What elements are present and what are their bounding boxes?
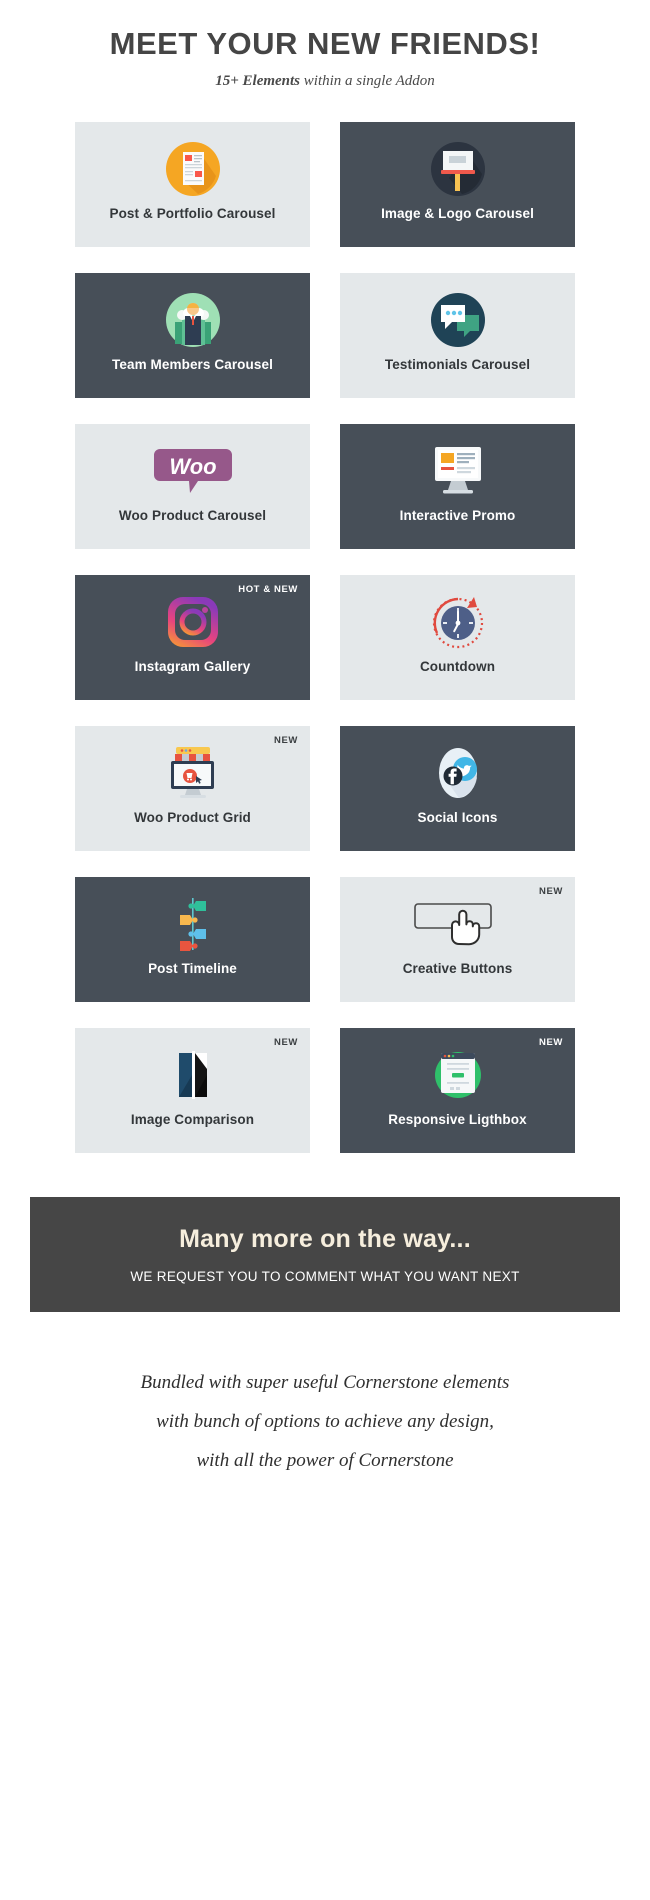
team-members-icon bbox=[164, 289, 222, 351]
banner-subtitle: WE REQUEST YOU TO COMMENT WHAT YOU WANT … bbox=[130, 1269, 520, 1284]
woo-product-grid-icon bbox=[162, 742, 224, 804]
page-title: MEET YOUR NEW FRIENDS! bbox=[109, 26, 541, 61]
card-label: Image Comparison bbox=[130, 1112, 255, 1127]
closing-copy: Bundled with super useful Cornerstone el… bbox=[20, 1364, 630, 1481]
card-label: Woo Product Grid bbox=[134, 810, 251, 825]
instagram-icon bbox=[165, 591, 221, 653]
image-comparison-icon bbox=[165, 1044, 221, 1106]
image-logo-icon bbox=[429, 138, 487, 200]
card-post-timeline[interactable]: Post Timeline bbox=[75, 877, 310, 1002]
closing-line-3: with all the power of Cornerstone bbox=[196, 1449, 454, 1471]
card-woo-product-grid[interactable]: NEW Woo Product Grid bbox=[75, 726, 310, 851]
card-image-comparison[interactable]: NEW Image Comparison bbox=[75, 1028, 310, 1153]
status-badge: NEW bbox=[539, 886, 563, 897]
banner-title: Many more on the way... bbox=[179, 1225, 471, 1253]
woo-logo-icon: Woo bbox=[153, 440, 232, 502]
card-label: Interactive Promo bbox=[399, 508, 516, 523]
svg-text:Woo: Woo bbox=[169, 454, 216, 479]
card-label: Creative Buttons bbox=[402, 961, 513, 976]
card-team-members-carousel[interactable]: Team Members Carousel bbox=[75, 273, 310, 398]
card-creative-buttons[interactable]: NEW Creative Buttons bbox=[340, 877, 575, 1002]
post-portfolio-icon bbox=[164, 138, 222, 200]
card-interactive-promo[interactable]: Interactive Promo bbox=[340, 424, 575, 549]
status-badge: HOT & NEW bbox=[238, 584, 298, 595]
status-badge: NEW bbox=[274, 1037, 298, 1048]
promo-page: MEET YOUR NEW FRIENDS! 15+ Elements with… bbox=[0, 0, 650, 1900]
card-label: Woo Product Carousel bbox=[118, 508, 267, 523]
card-label: Instagram Gallery bbox=[134, 659, 251, 674]
card-post-portfolio-carousel[interactable]: Post & Portfolio Carousel bbox=[75, 122, 310, 247]
testimonials-icon bbox=[429, 289, 487, 351]
status-badge: NEW bbox=[539, 1037, 563, 1048]
card-label: Responsive Ligthbox bbox=[388, 1112, 527, 1127]
card-social-icons[interactable]: Social Icons bbox=[340, 726, 575, 851]
card-image-logo-carousel[interactable]: Image & Logo Carousel bbox=[340, 122, 575, 247]
card-label: Post Timeline bbox=[148, 961, 237, 976]
status-badge: NEW bbox=[274, 735, 298, 746]
elements-grid: Post & Portfolio Carousel Image & Logo C… bbox=[20, 122, 630, 1153]
closing-line-2: with bunch of options to achieve any des… bbox=[156, 1410, 494, 1432]
responsive-lightbox-icon bbox=[430, 1044, 486, 1106]
post-timeline-icon bbox=[165, 893, 221, 955]
card-label: Post & Portfolio Carousel bbox=[109, 206, 276, 221]
page-header: MEET YOUR NEW FRIENDS! 15+ Elements with… bbox=[20, 0, 630, 90]
card-instagram-gallery[interactable]: HOT & NEW Instagram Gallery bbox=[75, 575, 310, 700]
card-label: Testimonials Carousel bbox=[384, 357, 531, 372]
creative-buttons-icon bbox=[403, 893, 513, 955]
closing-line-1: Bundled with super useful Cornerstone el… bbox=[140, 1372, 510, 1393]
subtitle-rest: within a single Addon bbox=[300, 73, 435, 89]
countdown-clock-icon bbox=[429, 591, 487, 653]
card-label: Team Members Carousel bbox=[112, 357, 273, 372]
subtitle-strong: 15+ Elements bbox=[215, 73, 301, 89]
card-countdown[interactable]: Countdown bbox=[340, 575, 575, 700]
card-responsive-lightbox[interactable]: NEW Responsive Ligthbox bbox=[340, 1028, 575, 1153]
card-woo-product-carousel[interactable]: Woo Woo Product Carousel bbox=[75, 424, 310, 549]
interactive-promo-icon bbox=[427, 440, 489, 502]
page-subtitle: 15+ Elements within a single Addon bbox=[20, 73, 630, 90]
coming-soon-banner: Many more on the way... WE REQUEST YOU T… bbox=[30, 1197, 620, 1312]
card-label: Image & Logo Carousel bbox=[381, 206, 534, 221]
card-label: Countdown bbox=[419, 659, 496, 674]
social-icons-icon bbox=[429, 742, 487, 804]
card-testimonials-carousel[interactable]: Testimonials Carousel bbox=[340, 273, 575, 398]
card-label: Social Icons bbox=[417, 810, 498, 825]
